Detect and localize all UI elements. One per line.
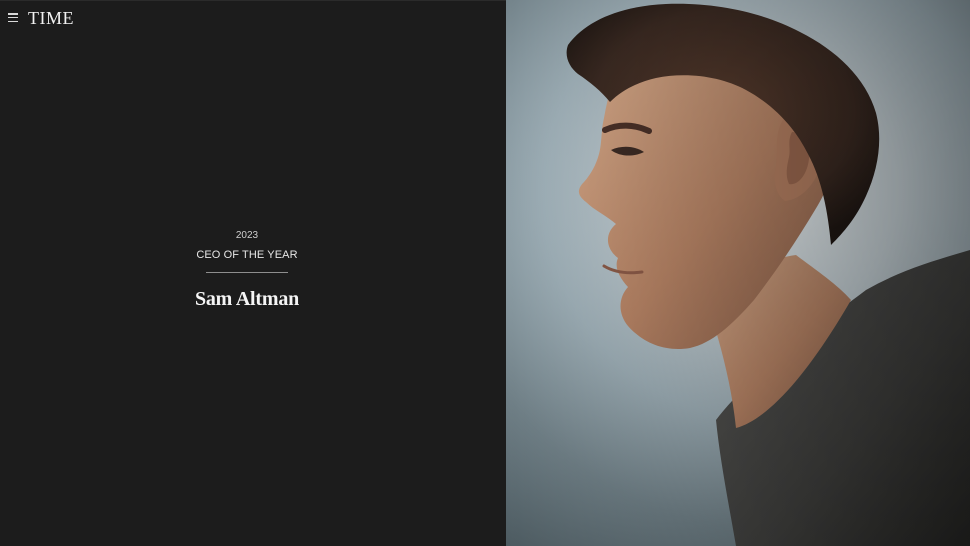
menu-icon-line (8, 13, 18, 15)
portrait-panel (506, 0, 970, 546)
person-name: Sam Altman (194, 288, 300, 310)
time-feature-page: TIME 2023 CEO OF THE YEAR Sam Altman (0, 0, 970, 546)
feature-title-block: 2023 CEO OF THE YEAR Sam Altman (147, 230, 347, 311)
title-divider (206, 272, 288, 273)
feature-year: 2023 (235, 230, 259, 241)
top-navigation-bar: TIME (0, 0, 506, 35)
hamburger-menu-icon[interactable] (8, 13, 18, 23)
portrait-shadow (506, 0, 970, 546)
feature-category: CEO OF THE YEAR (196, 249, 298, 261)
portrait-image (506, 0, 970, 546)
left-panel: TIME 2023 CEO OF THE YEAR Sam Altman (0, 0, 506, 546)
menu-icon-line (8, 16, 18, 19)
time-logo[interactable]: TIME (28, 8, 74, 28)
menu-icon-line (8, 20, 18, 23)
